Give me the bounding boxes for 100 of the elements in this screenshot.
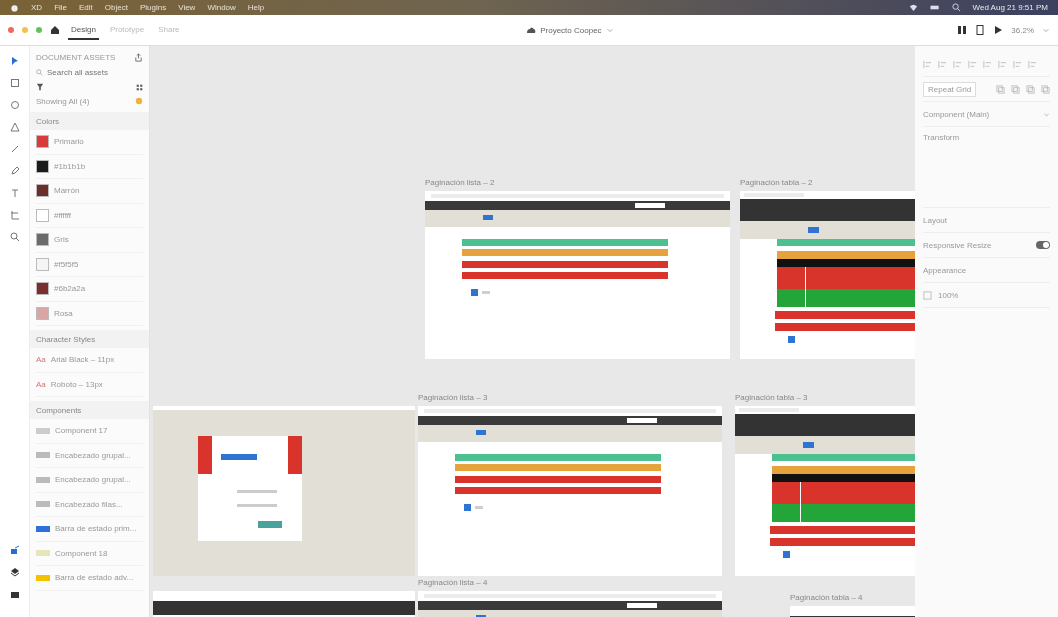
zoom-icon[interactable] bbox=[9, 232, 20, 242]
close-icon[interactable] bbox=[8, 27, 14, 33]
color-name: Primario bbox=[54, 137, 84, 147]
align-icon[interactable] bbox=[983, 59, 992, 69]
caret-icon[interactable] bbox=[605, 26, 614, 34]
color-swatch[interactable] bbox=[36, 159, 49, 173]
color-swatch[interactable] bbox=[36, 208, 49, 222]
align-icon[interactable] bbox=[938, 59, 947, 69]
wifi-icon bbox=[908, 3, 918, 12]
document-title[interactable]: Proyecto Coopec bbox=[540, 25, 602, 35]
opacity-value[interactable]: 100% bbox=[938, 290, 959, 300]
clock: Wed Aug 21 9:51 PM bbox=[972, 3, 1048, 12]
search-field[interactable]: Search all assets bbox=[47, 67, 137, 77]
artboard-title[interactable]: Paginación tabla – 3 bbox=[735, 393, 808, 402]
align-icon[interactable] bbox=[1028, 59, 1037, 69]
menu-item[interactable]: View bbox=[178, 3, 196, 12]
color-swatch[interactable] bbox=[36, 257, 49, 271]
artboard-title[interactable]: Paginación tabla – 2 bbox=[740, 178, 813, 187]
component-thumbnail[interactable] bbox=[36, 525, 50, 532]
zoom-icon[interactable] bbox=[36, 27, 42, 33]
section-title[interactable]: Colors bbox=[36, 116, 60, 126]
warning-icon bbox=[135, 97, 143, 105]
component-name: Barra de estado prim... bbox=[55, 524, 137, 534]
style-sample: Aa bbox=[36, 355, 46, 365]
filter-icon[interactable] bbox=[36, 83, 44, 91]
component-thumbnail[interactable] bbox=[36, 501, 50, 508]
line-icon[interactable] bbox=[9, 144, 20, 154]
toggle[interactable] bbox=[1036, 241, 1050, 249]
filter-label[interactable]: Showing All (4) bbox=[36, 96, 90, 106]
text-icon[interactable] bbox=[9, 188, 20, 198]
battery-icon bbox=[929, 3, 940, 12]
color-swatch[interactable] bbox=[36, 184, 49, 198]
phone-icon[interactable] bbox=[975, 25, 986, 35]
component-thumbnail[interactable] bbox=[36, 574, 50, 581]
zoom-level[interactable]: 36.2% bbox=[1011, 25, 1034, 35]
color-name: #1b1b1b bbox=[54, 161, 86, 171]
section-label: Appearance bbox=[923, 265, 967, 275]
minimize-icon[interactable] bbox=[22, 27, 28, 33]
component-thumbnail[interactable] bbox=[36, 427, 50, 434]
menu-item[interactable]: Help bbox=[247, 3, 265, 12]
align-icon[interactable] bbox=[998, 59, 1007, 69]
pointer-icon[interactable] bbox=[9, 56, 20, 66]
artboard-title[interactable]: Paginación lista – 2 bbox=[425, 178, 495, 187]
component-thumbnail[interactable] bbox=[36, 476, 50, 483]
caret-icon[interactable] bbox=[1042, 26, 1050, 34]
menu-item[interactable]: XD bbox=[31, 3, 43, 12]
align-icon[interactable] bbox=[1013, 59, 1022, 69]
align-icon[interactable] bbox=[923, 59, 932, 69]
artboard-title[interactable]: Paginación lista – 4 bbox=[418, 578, 488, 587]
ellipse-icon[interactable] bbox=[9, 100, 20, 110]
artboard-icon[interactable] bbox=[9, 210, 20, 220]
toggle-label: Responsive Resize bbox=[923, 240, 992, 250]
artboard-title[interactable]: Paginación tabla – 4 bbox=[790, 593, 863, 602]
repeat-grid-button[interactable]: Repeat Grid bbox=[923, 81, 977, 97]
menu-item[interactable]: Edit bbox=[79, 3, 93, 12]
rectangle-icon[interactable] bbox=[9, 78, 20, 88]
layers-icon[interactable] bbox=[9, 567, 20, 577]
tab[interactable]: Share bbox=[155, 20, 183, 40]
color-name: Rosa bbox=[54, 308, 73, 318]
menu-item[interactable]: Object bbox=[104, 3, 128, 12]
pen-icon[interactable] bbox=[9, 166, 20, 176]
color-name: #ffffff bbox=[54, 210, 72, 220]
color-swatch[interactable] bbox=[36, 306, 49, 320]
align-icon[interactable] bbox=[968, 59, 977, 69]
color-name: Gris bbox=[54, 235, 69, 245]
grid-icon[interactable] bbox=[136, 83, 143, 91]
cloud-icon bbox=[526, 25, 537, 35]
share-icon[interactable] bbox=[134, 52, 143, 62]
search-icon bbox=[36, 68, 43, 76]
color-swatch[interactable] bbox=[36, 135, 49, 149]
home-icon[interactable] bbox=[50, 25, 60, 35]
menu-item[interactable]: Plugins bbox=[139, 3, 167, 12]
tab[interactable]: Prototype bbox=[106, 20, 148, 40]
opacity-icon bbox=[923, 290, 932, 300]
color-name: #6b2a2a bbox=[54, 284, 86, 294]
color-name: Marrón bbox=[54, 186, 80, 196]
section-label: Transform bbox=[923, 133, 960, 142]
component-name: Encabezado grupal... bbox=[55, 450, 131, 460]
color-swatch[interactable] bbox=[36, 233, 49, 247]
color-swatch[interactable] bbox=[36, 282, 49, 296]
style-name: Roboto – 13px bbox=[50, 379, 103, 389]
align-icon[interactable] bbox=[953, 59, 962, 69]
tab[interactable]: Design bbox=[68, 20, 99, 40]
component-name: Encabezado grupal... bbox=[55, 475, 131, 485]
section-label: Component (Main) bbox=[923, 109, 990, 119]
component-name: Encabezado filas... bbox=[55, 499, 123, 509]
search-icon[interactable] bbox=[951, 3, 961, 12]
component-name: Component 17 bbox=[55, 426, 108, 436]
component-thumbnail[interactable] bbox=[36, 550, 50, 557]
component-thumbnail[interactable] bbox=[36, 452, 50, 459]
artboard-title[interactable]: Paginación lista – 3 bbox=[418, 393, 488, 402]
triangle-icon[interactable] bbox=[9, 122, 20, 132]
play-icon[interactable] bbox=[993, 25, 1004, 35]
section-label: Layout bbox=[923, 215, 948, 225]
panel-title: DOCUMENT ASSETS bbox=[36, 52, 116, 62]
style-sample: Aa bbox=[36, 379, 46, 389]
color-name: #f5f5f5 bbox=[54, 259, 79, 269]
component-name: Component 18 bbox=[55, 548, 108, 558]
menu-item[interactable]: Window bbox=[207, 3, 236, 12]
menu-item[interactable]: File bbox=[54, 3, 67, 12]
